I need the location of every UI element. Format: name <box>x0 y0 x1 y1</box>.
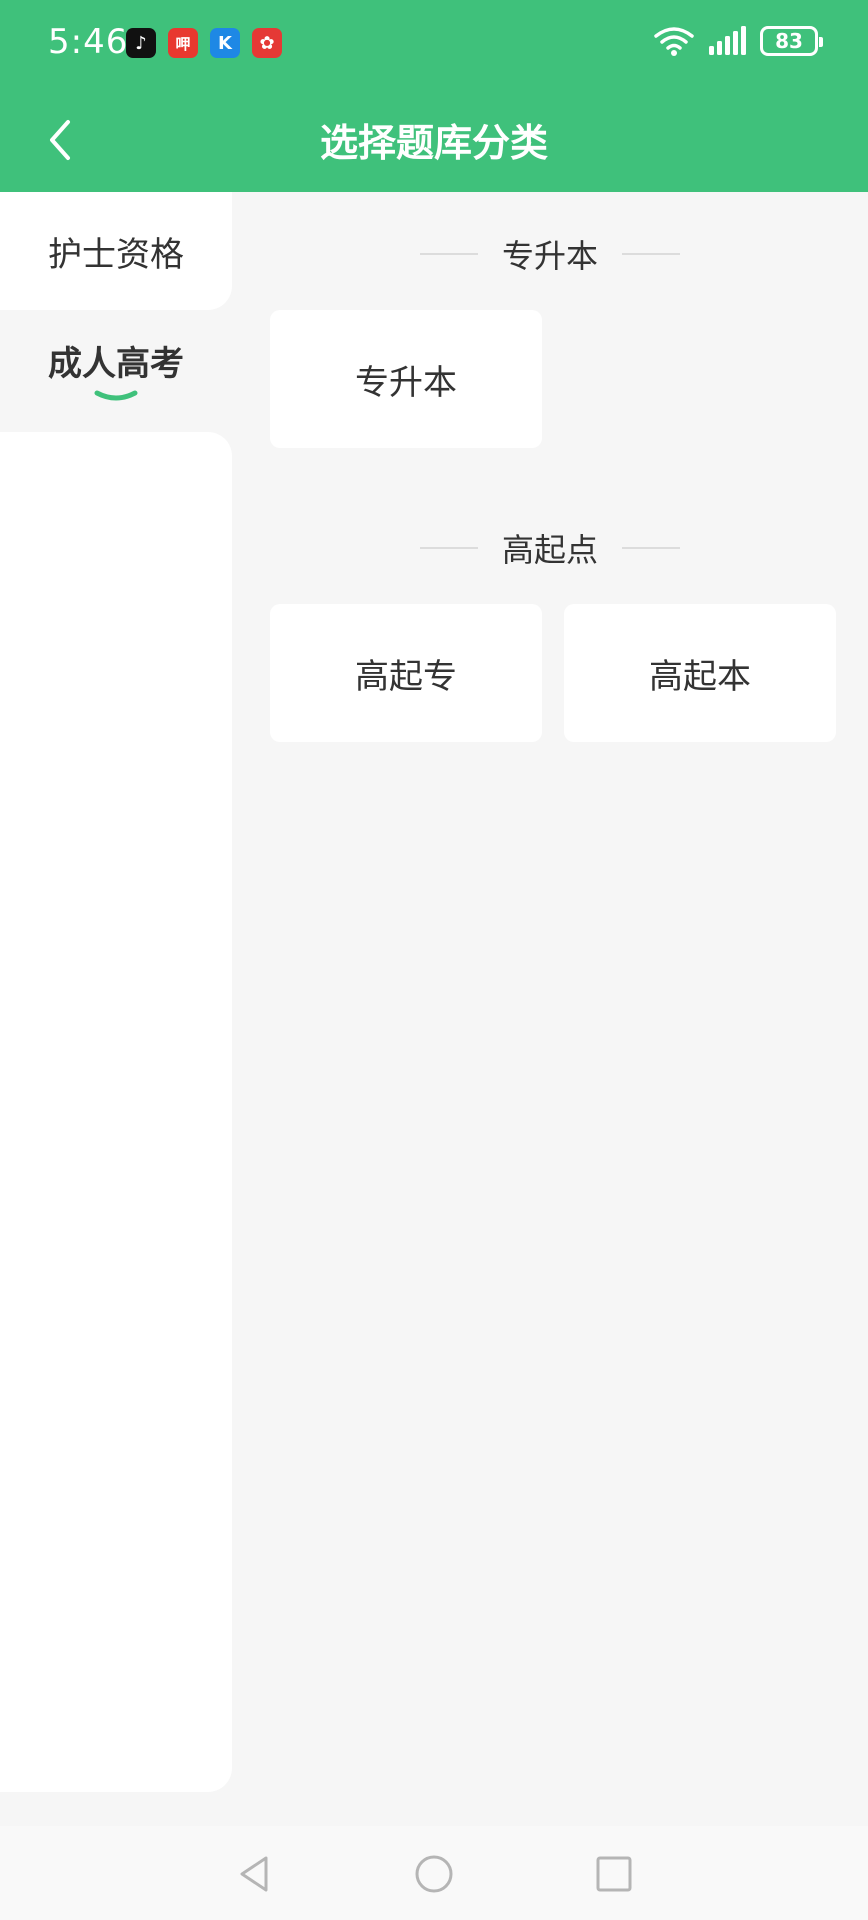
tiktok-icon: ♪ <box>126 28 156 58</box>
sidebar-item-nurse-qualification[interactable]: 护士资格 <box>0 192 232 310</box>
divider-line <box>622 547 680 549</box>
card-label: 高起本 <box>649 656 751 697</box>
status-bar: 5:46 ♪ 呷 K ✿ 83 <box>0 0 868 88</box>
signal-icon <box>709 26 746 55</box>
category-sidebar: 护士资格 成人高考 <box>0 192 232 1800</box>
battery-indicator: 83 <box>760 26 823 56</box>
section-header: 高起点 <box>232 528 868 569</box>
divider-line <box>419 253 478 255</box>
status-right: 83 <box>654 26 823 56</box>
nav-back-button[interactable] <box>226 1846 282 1902</box>
title-bar: 选择题库分类 <box>0 88 868 192</box>
nav-recents-button[interactable] <box>586 1846 642 1902</box>
active-indicator-icon <box>94 390 138 400</box>
sidebar-item-label: 护士资格 <box>48 234 184 275</box>
square-recents-icon <box>596 1856 632 1892</box>
sidebar-background <box>0 432 232 1792</box>
wifi-icon <box>654 27 694 56</box>
app-gift-icon: ✿ <box>252 28 282 58</box>
nav-home-button[interactable] <box>406 1846 462 1902</box>
system-nav-bar <box>0 1826 868 1920</box>
section-title: 专升本 <box>501 237 598 275</box>
category-content: 专升本 专升本 高起点 高起专 高起本 <box>232 192 868 1800</box>
sidebar-item-label: 成人高考 <box>48 343 184 384</box>
circle-home-icon <box>415 1855 453 1893</box>
status-time: 5:46 <box>48 22 129 62</box>
sidebar-item-adult-college-exam[interactable]: 成人高考 <box>0 310 232 428</box>
category-card-upgrade-bachelor[interactable]: 专升本 <box>270 310 542 448</box>
notification-icons: ♪ 呷 K ✿ <box>126 28 282 58</box>
page-title: 选择题库分类 <box>319 121 548 165</box>
section-title: 高起点 <box>501 531 598 569</box>
category-card-high-to-bachelor[interactable]: 高起本 <box>564 604 836 742</box>
divider-line <box>622 253 680 255</box>
divider-line <box>419 547 478 549</box>
card-label: 专升本 <box>355 362 457 403</box>
app-blue-icon: K <box>210 28 240 58</box>
app-red-icon: 呷 <box>168 28 198 58</box>
card-label: 高起专 <box>355 656 457 697</box>
category-card-high-to-junior[interactable]: 高起专 <box>270 604 542 742</box>
section-header: 专升本 <box>232 234 868 275</box>
header: 5:46 ♪ 呷 K ✿ 83 选择题库分类 <box>0 0 868 192</box>
triangle-back-icon <box>240 1856 268 1892</box>
